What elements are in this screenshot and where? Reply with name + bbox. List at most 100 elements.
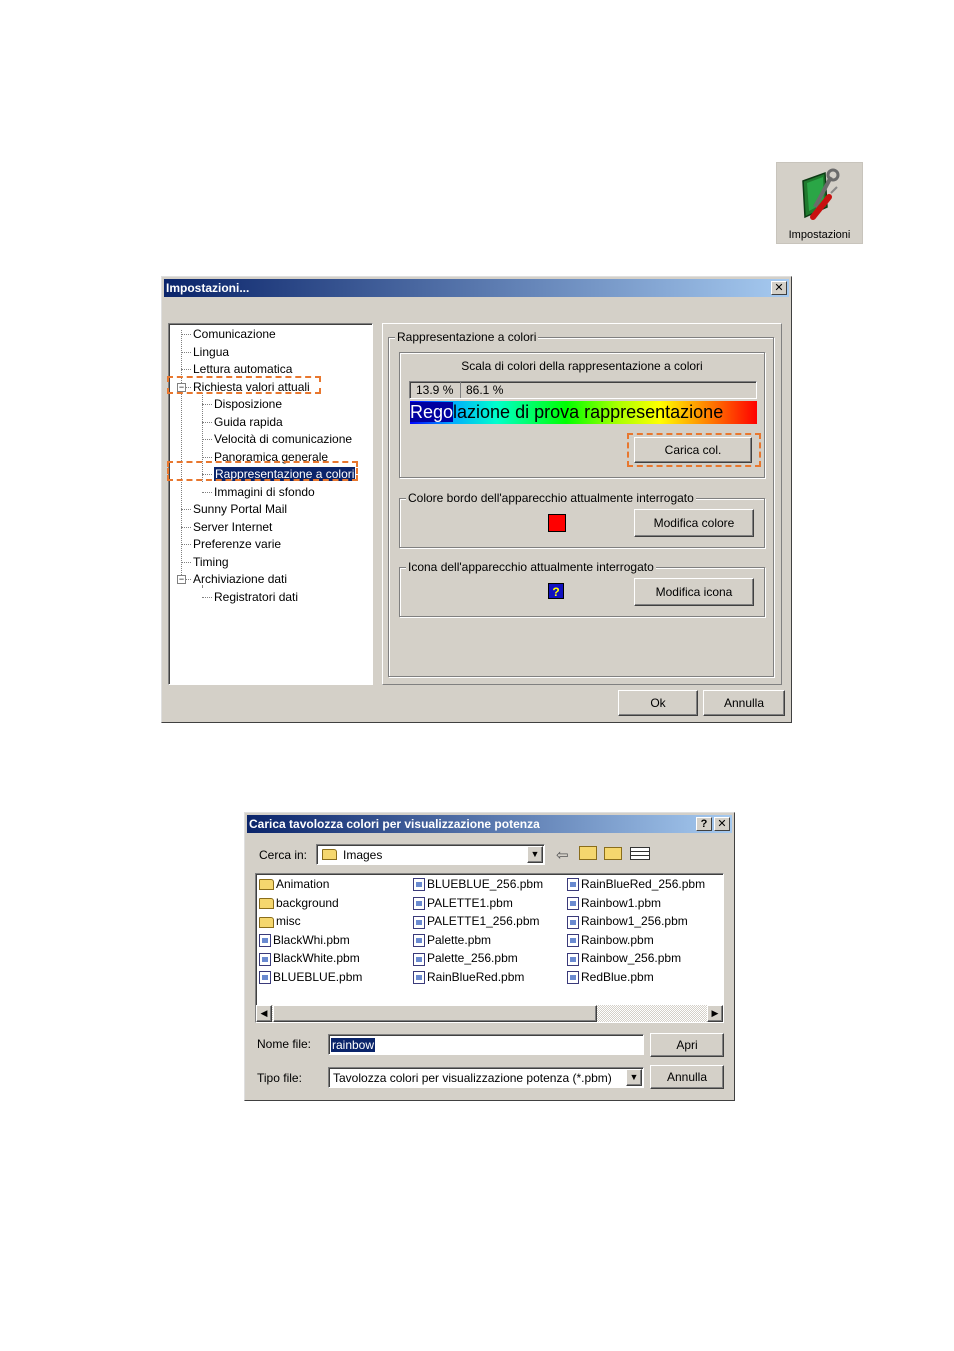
view-menu-icon[interactable] [630,847,650,860]
file-dialog-title: Carica tavolozza colori per visualizzazi… [249,817,540,831]
file-icon [567,934,579,948]
file-icon [413,952,425,966]
folder-icon [322,849,337,860]
close-icon: ✕ [774,282,784,294]
open-button[interactable]: Apri [650,1033,724,1057]
file-icon [567,952,579,966]
file-item[interactable]: RedBlue.pbm [567,969,654,986]
preview-text-highlight: Rego [410,402,454,422]
file-item[interactable]: Palette_256.pbm [413,950,518,967]
file-icon [413,896,425,910]
file-icon [567,915,579,929]
file-item[interactable]: PALETTE1.pbm [413,895,513,912]
look-in-select[interactable]: Images ▼ [316,844,545,865]
ok-button[interactable]: Ok [618,690,698,716]
file-icon [413,878,425,892]
impostazioni-desktop-icon[interactable]: Impostazioni [776,162,863,244]
file-item[interactable]: BLUEBLUE_256.pbm [413,876,543,893]
filetype-select[interactable]: Tavolozza colori per visualizzazione pot… [328,1067,644,1088]
tree-item[interactable]: Lettura automatica [193,361,292,377]
highlight-rappresentazione [167,461,358,481]
file-icon [259,952,271,966]
chevron-down-icon[interactable]: ▼ [527,846,543,863]
file-list[interactable]: Animation background misc BlackWhi.pbm Black… [255,873,724,1023]
border-color-swatch [548,514,566,532]
tree-item[interactable]: Archiviazione dati [193,571,287,587]
filetype-label: Tipo file: [257,1071,302,1085]
highlight-richiesta [167,376,321,394]
file-dialog-titlebar[interactable]: Carica tavolozza colori per visualizzazi… [247,815,732,833]
tree-item[interactable]: Preferenze varie [193,536,281,552]
file-item[interactable]: PALETTE1_256.pbm [413,913,540,930]
scroll-thumb[interactable] [273,1005,597,1022]
file-dialog: Carica tavolozza colori per visualizzazi… [244,812,735,1101]
file-icon [259,971,271,985]
file-item[interactable]: Rainbow1_256.pbm [567,913,688,930]
folder-item[interactable]: misc [259,913,301,930]
file-cancel-button[interactable]: Annulla [650,1065,724,1089]
file-item[interactable]: BLUEBLUE.pbm [259,969,362,986]
help-button[interactable]: ? [696,817,712,831]
collapse-icon[interactable]: − [177,575,186,584]
device-icon-group: Icona dell'apparecchio attualmente inter… [399,560,765,617]
file-item[interactable]: Rainbow.pbm [567,932,654,949]
file-item[interactable]: RainBlueRed.pbm [413,969,524,986]
new-folder-icon[interactable] [604,847,622,860]
file-item[interactable]: Rainbow1.pbm [567,895,661,912]
tree-item[interactable]: Comunicazione [193,326,276,342]
question-icon: ? [548,583,564,599]
border-color-group: Colore bordo dell'apparecchio attualment… [399,491,765,548]
tree-item[interactable]: Server Internet [193,519,272,535]
folder-icon [259,879,274,891]
back-arrow-icon[interactable]: ⇦ [556,846,569,864]
device-icon-caption: Icona dell'apparecchio attualmente inter… [406,560,656,574]
settings-tool-icon [802,168,840,220]
folder-icon [259,916,274,928]
tree-item[interactable]: Lingua [193,344,229,360]
group-caption: Rappresentazione a colori [395,330,539,344]
settings-titlebar[interactable]: Impostazioni... ✕ [164,279,789,297]
preview-text: lazione di prova rappresentazione [453,402,724,422]
tree-item[interactable]: Registratori dati [214,589,298,605]
file-item[interactable]: RainBlueRed_256.pbm [567,876,705,893]
impostazioni-label: Impostazioni [788,229,851,241]
file-icon [413,934,425,948]
up-folder-icon[interactable] [579,846,597,860]
file-icon [413,971,425,985]
horizontal-scrollbar[interactable]: ◀ ▶ [256,1005,723,1022]
modify-color-button[interactable]: Modifica colore [634,509,754,537]
percent-left: 13.9 % [416,383,454,397]
tree-item[interactable]: Timing [193,554,229,570]
close-button[interactable]: ✕ [771,281,787,295]
settings-content-panel: Rappresentazione a colori Scala di color… [382,323,782,685]
tree-item[interactable]: Velocità di comunicazione [214,431,352,447]
scale-title: Scala di colori della rappresentazione a… [461,359,703,373]
file-close-button[interactable]: ✕ [714,817,730,831]
cancel-button[interactable]: Annulla [703,690,785,716]
file-item[interactable]: Rainbow_256.pbm [567,950,681,967]
color-preview: Regolazione di prova rappresentazione [410,401,757,424]
chevron-down-icon[interactable]: ▼ [626,1069,642,1086]
filename-label: Nome file: [257,1037,312,1051]
folder-item[interactable]: background [259,895,339,912]
file-item[interactable]: BlackWhi.pbm [259,932,350,949]
scroll-left-icon[interactable]: ◀ [256,1005,272,1022]
folder-item[interactable]: Animation [259,876,329,893]
highlight-carica [627,433,761,467]
tree-item[interactable]: Disposizione [214,396,282,412]
folder-icon [259,897,274,909]
filename-input[interactable]: rainbow [328,1034,644,1055]
tree-item[interactable]: Sunny Portal Mail [193,501,287,517]
tree-item[interactable]: Guida rapida [214,414,283,430]
file-icon [413,915,425,929]
close-icon: ✕ [717,818,727,830]
tree-item[interactable]: Immagini di sfondo [214,484,315,500]
settings-title: Impostazioni... [166,281,250,295]
modify-icon-button[interactable]: Modifica icona [634,578,754,606]
scroll-right-icon[interactable]: ▶ [707,1005,723,1022]
file-item[interactable]: BlackWhite.pbm [259,950,360,967]
file-icon [567,971,579,985]
file-icon [567,878,579,892]
file-item[interactable]: Palette.pbm [413,932,491,949]
file-icon [259,934,271,948]
